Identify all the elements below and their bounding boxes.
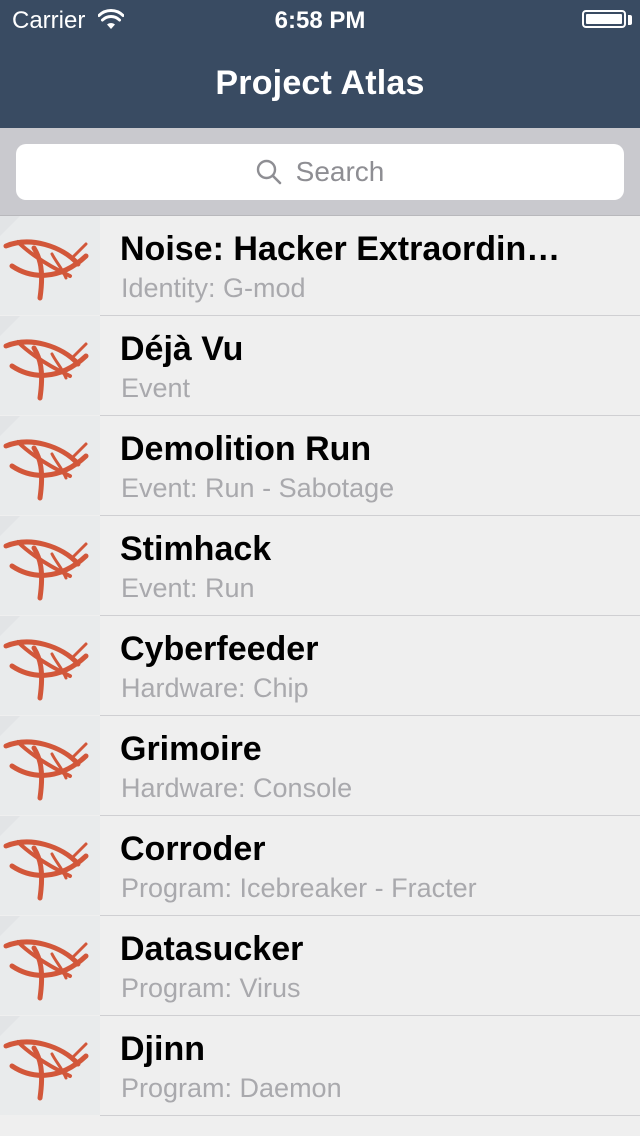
card-name: Stimhack bbox=[120, 530, 272, 568]
anarch-logo-icon bbox=[0, 1016, 100, 1115]
status-bar: Carrier 6:58 PM bbox=[0, 0, 640, 40]
battery-icon bbox=[582, 10, 626, 28]
list-item[interactable]: Déjà Vu Event bbox=[0, 316, 640, 416]
page-title: Project Atlas bbox=[215, 64, 425, 102]
card-type: Hardware: Console bbox=[121, 773, 353, 803]
anarch-logo-icon bbox=[0, 816, 100, 915]
card-name: Noise: Hacker Extraordin… bbox=[120, 230, 561, 268]
search-placeholder: Search bbox=[295, 156, 385, 187]
anarch-logo-icon bbox=[0, 716, 100, 815]
card-type: Program: Daemon bbox=[121, 1073, 342, 1103]
anarch-logo-icon bbox=[0, 316, 100, 415]
list-item[interactable]: Noise: Hacker Extraordin… Identity: G-mod bbox=[0, 216, 640, 316]
card-name: Déjà Vu bbox=[120, 330, 244, 368]
clock-label: 6:58 PM bbox=[274, 7, 366, 34]
search-input[interactable]: Search bbox=[16, 144, 624, 200]
card-type: Hardware: Chip bbox=[121, 673, 309, 703]
card-name: Datasucker bbox=[120, 930, 304, 968]
anarch-logo-icon bbox=[0, 416, 100, 515]
card-type: Program: Icebreaker - Fracter bbox=[121, 873, 477, 903]
list-item[interactable]: Datasucker Program: Virus bbox=[0, 916, 640, 1016]
card-type: Event bbox=[121, 373, 191, 403]
card-type: Program: Virus bbox=[121, 973, 301, 1003]
search-icon bbox=[256, 159, 281, 185]
card-name: Cyberfeeder bbox=[120, 630, 319, 668]
list-item[interactable]: Stimhack Event: Run bbox=[0, 516, 640, 616]
battery-cap bbox=[628, 15, 632, 25]
card-list: Noise: Hacker Extraordin… Identity: G-mod… bbox=[0, 216, 640, 1116]
card-type: Identity: G-mod bbox=[121, 273, 306, 303]
list-item[interactable]: Djinn Program: Daemon bbox=[0, 1016, 640, 1116]
list-item[interactable]: Demolition Run Event: Run - Sabotage bbox=[0, 416, 640, 516]
anarch-logo-icon bbox=[0, 216, 100, 315]
anarch-logo-icon bbox=[0, 516, 100, 615]
card-type: Event: Run - Sabotage bbox=[121, 473, 395, 503]
list-item[interactable]: Grimoire Hardware: Console bbox=[0, 716, 640, 816]
card-name: Corroder bbox=[120, 830, 266, 868]
card-type: Event: Run bbox=[121, 573, 255, 603]
anarch-logo-icon bbox=[0, 616, 100, 715]
card-name: Djinn bbox=[120, 1030, 205, 1068]
search-bar: Search bbox=[0, 128, 640, 216]
list-item[interactable]: Corroder Program: Icebreaker - Fracter bbox=[0, 816, 640, 916]
navigation-bar: Carrier 6:58 PM Project Atlas bbox=[0, 0, 640, 128]
anarch-logo-icon bbox=[0, 916, 100, 1015]
list-item[interactable]: Cyberfeeder Hardware: Chip bbox=[0, 616, 640, 716]
list-overflow bbox=[0, 1116, 640, 1136]
card-name: Demolition Run bbox=[120, 430, 372, 468]
card-name: Grimoire bbox=[120, 730, 262, 768]
